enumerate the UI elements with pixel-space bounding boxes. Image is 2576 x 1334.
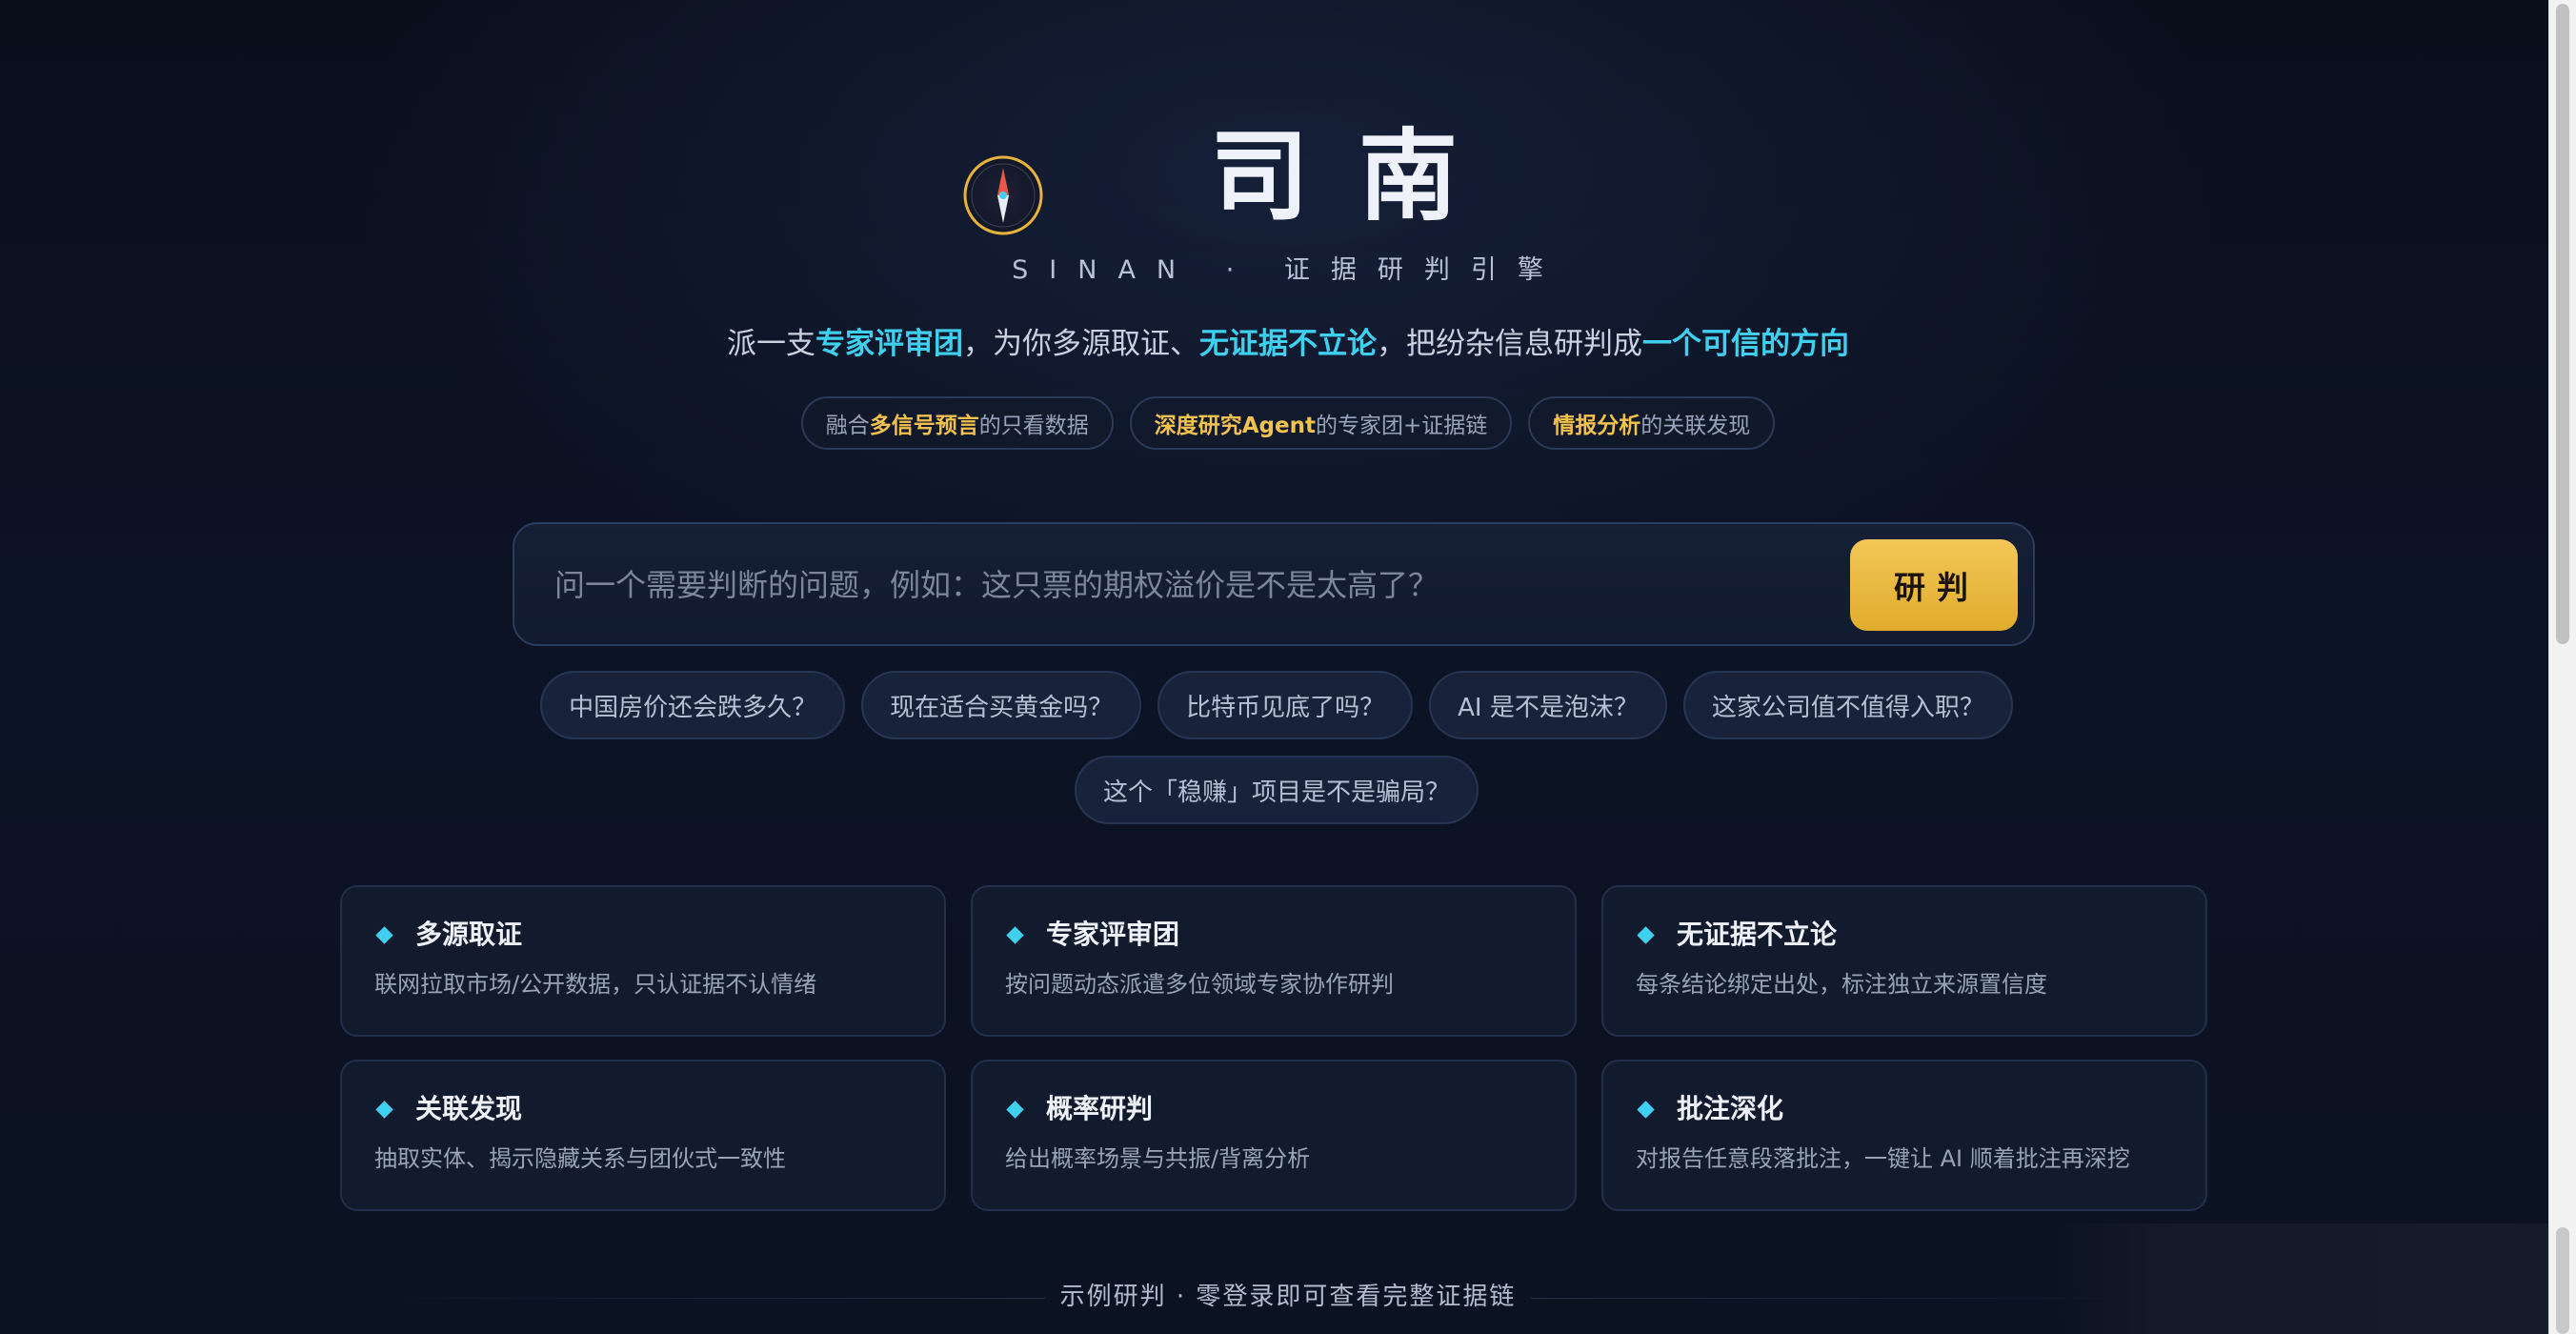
feature-title-text: 专家评审团: [1046, 919, 1180, 950]
pill-highlight: 情报分析: [1553, 414, 1641, 438]
suggestion-chip[interactable]: 中国房价还会跌多久？: [540, 671, 846, 739]
feature-title: 概率研判: [1005, 1090, 1542, 1128]
brand-subtitle: SINAN · 证据研判引擎: [1012, 255, 1564, 285]
feature-card: 多源取证 联网拉取市场/公开数据，只认证据不认情绪: [340, 885, 946, 1037]
feature-cards: 多源取证 联网拉取市场/公开数据，只认证据不认情绪 专家评审团 按问题动态派遣多…: [340, 885, 2207, 1211]
tagline-highlight: 一个可信的方向: [1642, 327, 1849, 361]
capability-pill: 情报分析 的关联发现: [1528, 396, 1776, 450]
suggestion-chip[interactable]: 这个「稳赚」项目是不是骗局？: [1074, 756, 1479, 824]
suggested-questions: 中国房价还会跌多久？ 现在适合买黄金吗？ 比特币见底了吗？ AI 是不是泡沫？ …: [514, 671, 2039, 824]
tagline-text: 派一支: [727, 327, 815, 361]
pill-suffix: 的专家团+证据链: [1315, 414, 1488, 438]
feature-title: 无证据不立论: [1636, 916, 2173, 954]
feature-title-text: 批注深化: [1677, 1093, 1784, 1124]
pill-suffix: 的关联发现: [1640, 414, 1751, 438]
tagline-highlight: 专家评审团: [815, 327, 963, 361]
pill-suffix: 的只看数据: [978, 414, 1089, 438]
capability-pill: 融合 多信号预言 的只看数据: [800, 396, 1114, 450]
examples-heading: 示例研判 · 零登录即可查看完整证据链: [812, 1277, 1764, 1317]
examples-heading-text: 示例研判 · 零登录即可查看完整证据链: [1044, 1283, 1532, 1311]
search-box: 研判: [513, 522, 2035, 646]
feature-card: 关联发现 抽取实体、揭示隐藏关系与团伙式一致性: [340, 1060, 946, 1211]
feature-description: 按问题动态派遣多位领域专家协作研判: [1005, 971, 1394, 998]
corner-overlay: [2056, 1223, 2549, 1334]
pill-highlight: 多信号预言: [869, 414, 979, 438]
suggestion-chip[interactable]: 这家公司值不值得入职？: [1682, 671, 2013, 739]
diamond-icon: [1006, 1100, 1024, 1119]
diamond-icon: [375, 925, 393, 944]
feature-title: 批注深化: [1636, 1090, 2173, 1128]
diamond-icon: [1637, 925, 1655, 944]
vertical-scrollbar[interactable]: [2548, 0, 2576, 1334]
feature-title-text: 多源取证: [415, 919, 523, 950]
feature-card: 批注深化 对报告任意段落批注，一键让 AI 顺着批注再深挖: [1601, 1060, 2207, 1211]
suggestion-chip[interactable]: 比特币见底了吗？: [1157, 671, 1414, 739]
diamond-icon: [1637, 1100, 1655, 1119]
tagline: 派一支专家评审团，为你多源取证、无证据不立论，把纷杂信息研判成一个可信的方向: [526, 320, 2050, 368]
brand-title: 司南: [1209, 118, 1507, 234]
scrollbar-thumb[interactable]: [2556, 4, 2569, 644]
suggestion-chip[interactable]: 现在适合买黄金吗？: [861, 671, 1142, 739]
compass-icon: [963, 155, 1043, 235]
feature-title: 专家评审团: [1005, 916, 1542, 954]
feature-title: 多源取证: [374, 916, 912, 954]
scrollbar-track-end: [2556, 1227, 2569, 1334]
tagline-text: ，把纷杂信息研判成: [1377, 327, 1642, 361]
feature-title-text: 关联发现: [415, 1093, 523, 1124]
capability-pills: 融合 多信号预言 的只看数据 深度研究Agent 的专家团+证据链 情报分析 的…: [526, 396, 2050, 450]
feature-card: 概率研判 给出概率场景与共振/背离分析: [971, 1060, 1577, 1211]
feature-title: 关联发现: [374, 1090, 912, 1128]
feature-description: 每条结论绑定出处，标注独立来源置信度: [1636, 971, 2047, 998]
analyze-button[interactable]: 研判: [1850, 539, 2018, 631]
pill-highlight: 深度研究Agent: [1154, 414, 1316, 438]
landing-page: 司南 SINAN · 证据研判引擎 派一支专家评审团，为你多源取证、无证据不立论…: [0, 0, 2549, 1334]
feature-description: 对报告任意段落批注，一键让 AI 顺着批注再深挖: [1636, 1145, 2130, 1172]
feature-card: 无证据不立论 每条结论绑定出处，标注独立来源置信度: [1601, 885, 2207, 1037]
diamond-icon: [1006, 925, 1024, 944]
tagline-highlight: 无证据不立论: [1199, 327, 1377, 361]
tagline-text: ，为你多源取证、: [963, 327, 1199, 361]
feature-title-text: 无证据不立论: [1677, 919, 1838, 950]
diamond-icon: [375, 1100, 393, 1119]
pill-prefix: 融合: [825, 414, 870, 438]
feature-description: 给出概率场景与共振/背离分析: [1005, 1145, 1311, 1172]
feature-description: 抽取实体、揭示隐藏关系与团伙式一致性: [374, 1145, 786, 1172]
capability-pill: 深度研究Agent 的专家团+证据链: [1129, 396, 1513, 450]
feature-title-text: 概率研判: [1046, 1093, 1154, 1124]
feature-description: 联网拉取市场/公开数据，只认证据不认情绪: [374, 971, 817, 998]
question-input[interactable]: [553, 549, 1795, 621]
suggestion-chip[interactable]: AI 是不是泡沫？: [1429, 671, 1667, 739]
feature-card: 专家评审团 按问题动态派遣多位领域专家协作研判: [971, 885, 1577, 1037]
